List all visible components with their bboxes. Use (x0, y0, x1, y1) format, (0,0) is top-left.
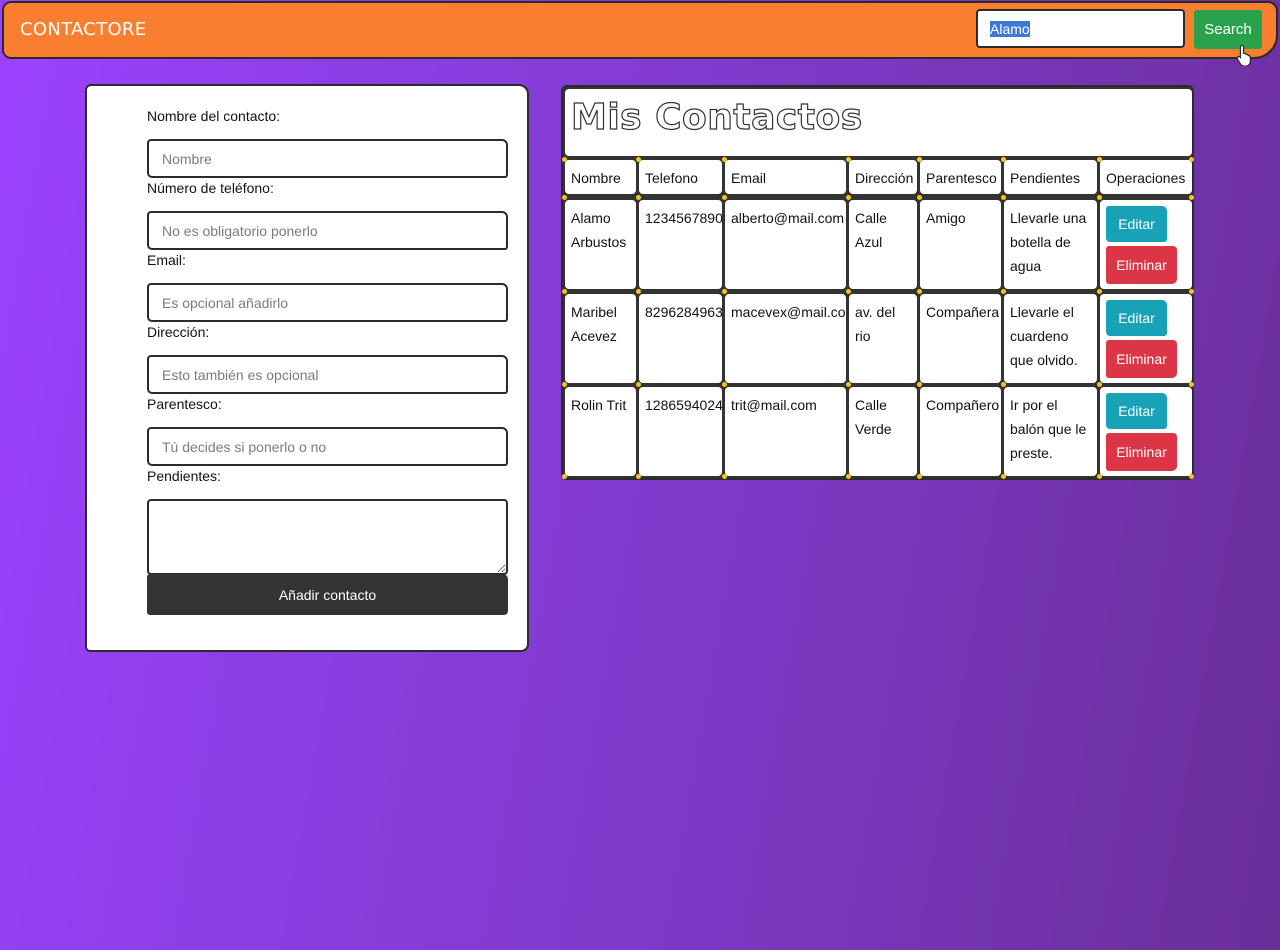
cell-operations: Editar Eliminar (1100, 200, 1192, 289)
grid-dot (562, 289, 567, 294)
column-header: Operaciones (1100, 160, 1192, 194)
grid-dot (1001, 289, 1006, 294)
grid-dot (722, 157, 727, 162)
pending-label: Pendientes: (147, 468, 221, 484)
grid-dot (917, 195, 922, 200)
grid-dot (1001, 157, 1006, 162)
grid-dot (722, 474, 727, 479)
delete-button[interactable]: Eliminar (1106, 246, 1177, 284)
cell-name: Rolin Trit (565, 387, 636, 476)
add-contact-button[interactable]: Añadir contacto (147, 574, 508, 615)
cell-phone: 1286594024 (639, 387, 722, 476)
cell-phone: 8296284963 (639, 294, 722, 383)
grid-dot (917, 382, 922, 387)
cell-name: Alamo Arbustos (565, 200, 636, 289)
cell-address: Calle Verde (849, 387, 917, 476)
grid-dot (1001, 195, 1006, 200)
grid-dot (1001, 474, 1006, 479)
grid-dot (1097, 195, 1102, 200)
grid-dot (846, 195, 851, 200)
page-title: Mis Contactos (570, 96, 863, 138)
cell-email: macevex@mail.com (725, 294, 846, 383)
cell-phone: 1234567890 (639, 200, 722, 289)
grid-dot (562, 195, 567, 200)
grid-dot (1097, 289, 1102, 294)
grid-dot (636, 289, 641, 294)
grid-dot (722, 382, 727, 387)
grid-dot (1001, 382, 1006, 387)
pending-textarea[interactable] (147, 499, 508, 575)
column-header: Email (725, 160, 846, 194)
delete-button[interactable]: Eliminar (1106, 433, 1177, 471)
column-header: Nombre (565, 160, 636, 194)
grid-dot (846, 382, 851, 387)
grid-dot (846, 157, 851, 162)
grid-dot (1097, 474, 1102, 479)
contacts-table: Mis Contactos Nombre Telefono Email Direcci… (561, 85, 1194, 480)
column-header: Pendientes (1004, 160, 1097, 194)
grid-dot (562, 474, 567, 479)
cell-pending: Ir por el balón que le preste. (1004, 387, 1097, 476)
grid-dot (722, 195, 727, 200)
grid-dot (1189, 195, 1194, 200)
column-header: Parentesco (920, 160, 1001, 194)
grid-dot (1189, 382, 1194, 387)
grid-dot (1189, 157, 1194, 162)
contacts-title-box: Mis Contactos (565, 89, 1192, 156)
address-label: Dirección: (147, 324, 210, 340)
cell-address: Calle Azul (849, 200, 917, 289)
address-field[interactable] (147, 355, 508, 394)
cell-pending: Llevarle una botella de agua (1004, 200, 1097, 289)
cell-relationship: Compañero (920, 387, 1001, 476)
grid-dot (636, 474, 641, 479)
delete-button[interactable]: Eliminar (1106, 340, 1177, 378)
brand-logo[interactable]: CONTACTORE (20, 19, 146, 40)
cell-relationship: Compañera (920, 294, 1001, 383)
cell-name: Maribel Acevez (565, 294, 636, 383)
cell-email: trit@mail.com (725, 387, 846, 476)
name-label: Nombre del contacto: (147, 108, 281, 124)
edit-button[interactable]: Editar (1106, 206, 1167, 242)
grid-dot (846, 289, 851, 294)
grid-dot (917, 157, 922, 162)
grid-dot (1189, 474, 1194, 479)
email-label: Email: (147, 252, 186, 268)
phone-label: Número de teléfono: (147, 180, 274, 196)
grid-dot (1097, 382, 1102, 387)
hand-pointer-icon (1236, 44, 1251, 66)
relationship-label: Parentesco: (147, 396, 222, 412)
grid-dot (917, 289, 922, 294)
phone-field[interactable] (147, 211, 508, 250)
edit-button[interactable]: Editar (1106, 300, 1167, 336)
column-header: Dirección (849, 160, 917, 194)
grid-dot (1189, 289, 1194, 294)
relationship-field[interactable] (147, 427, 508, 466)
grid-dot (562, 157, 567, 162)
cell-address: av. del rio (849, 294, 917, 383)
grid-dot (722, 289, 727, 294)
cell-relationship: Amigo (920, 200, 1001, 289)
cell-operations: Editar Eliminar (1100, 294, 1192, 383)
column-header: Telefono (639, 160, 722, 194)
grid-dot (1097, 157, 1102, 162)
edit-button[interactable]: Editar (1106, 393, 1167, 429)
cell-email: alberto@mail.com (725, 200, 846, 289)
search-input[interactable] (976, 9, 1185, 48)
grid-dot (917, 474, 922, 479)
cell-operations: Editar Eliminar (1100, 387, 1192, 476)
add-contact-form: Nombre del contacto: Número de teléfono:… (85, 84, 529, 652)
cell-pending: Llevarle el cuardeno que olvido. (1004, 294, 1097, 383)
email-field[interactable] (147, 283, 508, 322)
grid-dot (562, 382, 567, 387)
grid-dot (846, 474, 851, 479)
grid-dot (636, 382, 641, 387)
grid-dot (636, 195, 641, 200)
grid-dot (636, 157, 641, 162)
name-field[interactable] (147, 139, 508, 178)
